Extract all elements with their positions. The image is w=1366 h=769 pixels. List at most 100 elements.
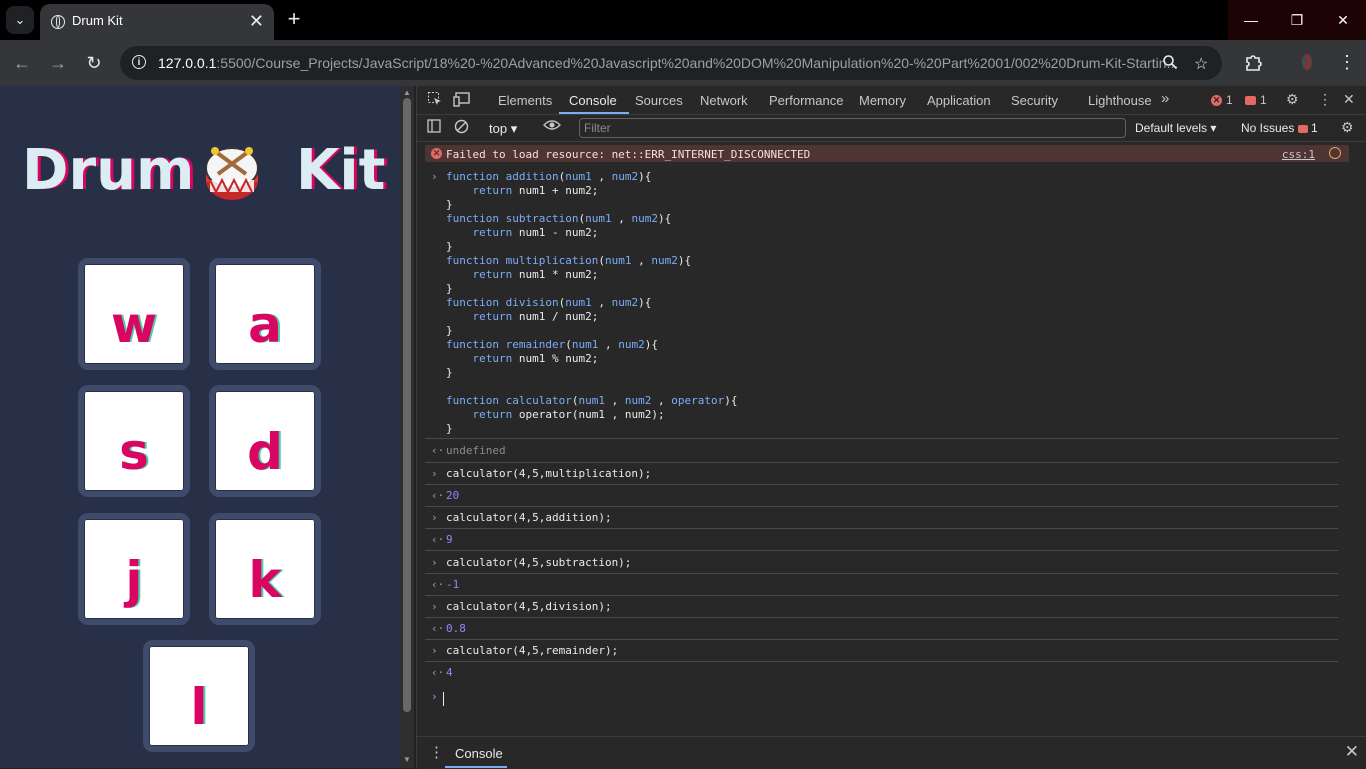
zoom-search-icon[interactable] — [1162, 54, 1178, 75]
tab-application[interactable]: Application — [927, 93, 991, 108]
input-chevron-icon: › — [431, 467, 438, 480]
prompt-chevron-icon: › — [431, 690, 438, 703]
close-devtools-icon[interactable]: ✕ — [1343, 91, 1355, 108]
issue-count-badge[interactable]: 1 — [1245, 93, 1267, 107]
device-toolbar-icon[interactable] — [453, 91, 471, 110]
console-input-line: calculator(4,5,subtraction); — [446, 556, 632, 569]
console-error-message: ✕ Failed to load resource: net::ERR_INTE… — [425, 145, 1349, 162]
expand-chevron-icon[interactable]: › — [431, 170, 438, 183]
new-tab-button[interactable]: + — [282, 6, 306, 32]
scroll-up-icon[interactable]: ▲ — [400, 88, 414, 97]
console-settings-gear-icon[interactable]: ⚙ — [1341, 119, 1354, 136]
devtools-drawer: ⋮ Console ✕ — [417, 736, 1366, 769]
error-circle-icon: ✕ — [431, 148, 442, 159]
result-value: 20 — [446, 489, 460, 502]
drum-key-w[interactable]: w — [78, 258, 190, 370]
browser-toolbar: ← → ↻ i 127.0.0.1:5500/Course_Projects/J… — [0, 40, 1366, 86]
console-prompt-input[interactable] — [443, 692, 444, 706]
reload-icon[interactable]: ↻ — [81, 50, 107, 76]
tab-memory[interactable]: Memory — [859, 93, 906, 108]
console-toolbar: top ▾ Filter Default levels ▾ No Issues … — [417, 115, 1366, 142]
tab-performance[interactable]: Performance — [769, 93, 843, 108]
clear-console-icon[interactable] — [454, 119, 469, 137]
chrome-menu-icon[interactable]: ⋮ — [1338, 52, 1356, 73]
code-function-definitions: function addition(num1 , num2){ return n… — [446, 170, 738, 435]
input-chevron-icon: › — [431, 556, 438, 569]
site-info-icon[interactable]: i — [132, 55, 146, 69]
page-title-drum: Drum — [22, 138, 195, 203]
drum-key-label: k — [248, 551, 282, 609]
result-arrow-icon: ‹· — [431, 533, 445, 546]
tab-lighthouse[interactable]: Lighthouse — [1088, 93, 1152, 108]
drum-key-label: a — [248, 296, 282, 354]
browser-tab[interactable]: Drum Kit ✕ — [40, 4, 274, 40]
issues-button[interactable]: No Issues 1 — [1241, 121, 1318, 135]
drum-key-a[interactable]: a — [209, 258, 321, 370]
more-tabs-icon[interactable]: » — [1161, 90, 1169, 107]
forward-arrow-icon[interactable]: → — [45, 50, 71, 76]
drum-key-j[interactable]: j — [78, 513, 190, 625]
tab-security[interactable]: Security — [1011, 93, 1058, 108]
drum-key-l[interactable]: l — [143, 640, 255, 752]
customize-menu-icon[interactable]: ⋮ — [1318, 91, 1332, 108]
tab-network[interactable]: Network — [700, 93, 748, 108]
result-value: 4 — [446, 666, 453, 679]
drum-emoji-icon — [205, 147, 259, 200]
result-arrow-icon: ‹· — [431, 666, 445, 679]
inspect-element-icon[interactable] — [427, 91, 443, 110]
issue-icon — [1245, 96, 1256, 106]
drum-key-d[interactable]: d — [209, 385, 321, 497]
address-bar[interactable]: i 127.0.0.1:5500/Course_Projects/JavaScr… — [120, 46, 1222, 80]
console-input-line: calculator(4,5,multiplication); — [446, 467, 652, 480]
drum-key-k[interactable]: k — [209, 513, 321, 625]
result-value: 0.8 — [446, 622, 466, 635]
scroll-down-icon[interactable]: ▼ — [400, 755, 414, 764]
error-source-link[interactable]: css:1 — [1282, 148, 1315, 161]
result-arrow-icon: ‹· — [431, 578, 445, 591]
log-levels-dropdown[interactable]: Default levels ▾ — [1135, 121, 1216, 135]
live-expression-eye-icon[interactable] — [543, 118, 561, 135]
settings-gear-icon[interactable]: ⚙ — [1286, 91, 1299, 108]
drawer-menu-icon[interactable]: ⋮ — [429, 743, 444, 761]
drum-key-label: w — [110, 296, 158, 354]
profile-avatar[interactable] — [1298, 52, 1316, 77]
drum-key-s[interactable]: s — [78, 385, 190, 497]
page-title-kit: Kit — [296, 138, 386, 203]
input-chevron-icon: › — [431, 600, 438, 613]
tab-console[interactable]: Console — [569, 93, 617, 108]
minimize-button[interactable]: — — [1228, 0, 1274, 40]
drum-key-label: s — [119, 423, 149, 481]
drawer-tab-console[interactable]: Console — [455, 746, 503, 761]
scrollbar-thumb[interactable] — [403, 98, 411, 712]
console-input-line: calculator(4,5,remainder); — [446, 644, 619, 657]
tab-search-chevron-icon[interactable]: ⌄ — [6, 6, 34, 34]
back-arrow-icon[interactable]: ← — [9, 50, 35, 76]
tab-elements[interactable]: Elements — [498, 93, 552, 108]
extensions-puzzle-icon[interactable] — [1244, 52, 1264, 77]
devtools-tab-bar: Elements Console Sources Network Perform… — [417, 86, 1366, 115]
url-text[interactable]: 127.0.0.1:5500/Course_Projects/JavaScrip… — [158, 55, 1178, 71]
console-output[interactable]: ✕ Failed to load resource: net::ERR_INTE… — [417, 142, 1366, 736]
sidebar-toggle-icon[interactable] — [427, 119, 441, 136]
page-scrollbar[interactable]: ▲ ▼ — [400, 86, 414, 768]
result-value: 9 — [446, 533, 453, 546]
tab-close-icon[interactable]: ✕ — [249, 11, 264, 32]
tab-strip: ⌄ Drum Kit ✕ + — ❐ ✕ — [0, 0, 1366, 40]
drum-key-label: d — [247, 423, 283, 481]
error-count-badge[interactable]: ✕ 1 — [1211, 93, 1233, 107]
console-input-line: calculator(4,5,addition); — [446, 511, 612, 524]
result-value: -1 — [446, 578, 460, 591]
ai-explain-icon[interactable] — [1329, 147, 1341, 159]
result-value: undefined — [446, 444, 506, 457]
bookmark-star-icon[interactable]: ☆ — [1194, 54, 1208, 74]
error-icon: ✕ — [1211, 95, 1222, 107]
maximize-button[interactable]: ❐ — [1274, 0, 1320, 40]
close-drawer-icon[interactable]: ✕ — [1345, 742, 1359, 762]
result-arrow-icon: ‹· — [431, 622, 445, 635]
tab-sources[interactable]: Sources — [635, 93, 683, 108]
close-window-button[interactable]: ✕ — [1320, 0, 1366, 40]
console-filter-input[interactable]: Filter — [579, 118, 1126, 138]
active-tab-indicator — [559, 112, 629, 114]
context-selector[interactable]: top ▾ — [489, 121, 517, 137]
tab-title: Drum Kit — [72, 13, 123, 28]
